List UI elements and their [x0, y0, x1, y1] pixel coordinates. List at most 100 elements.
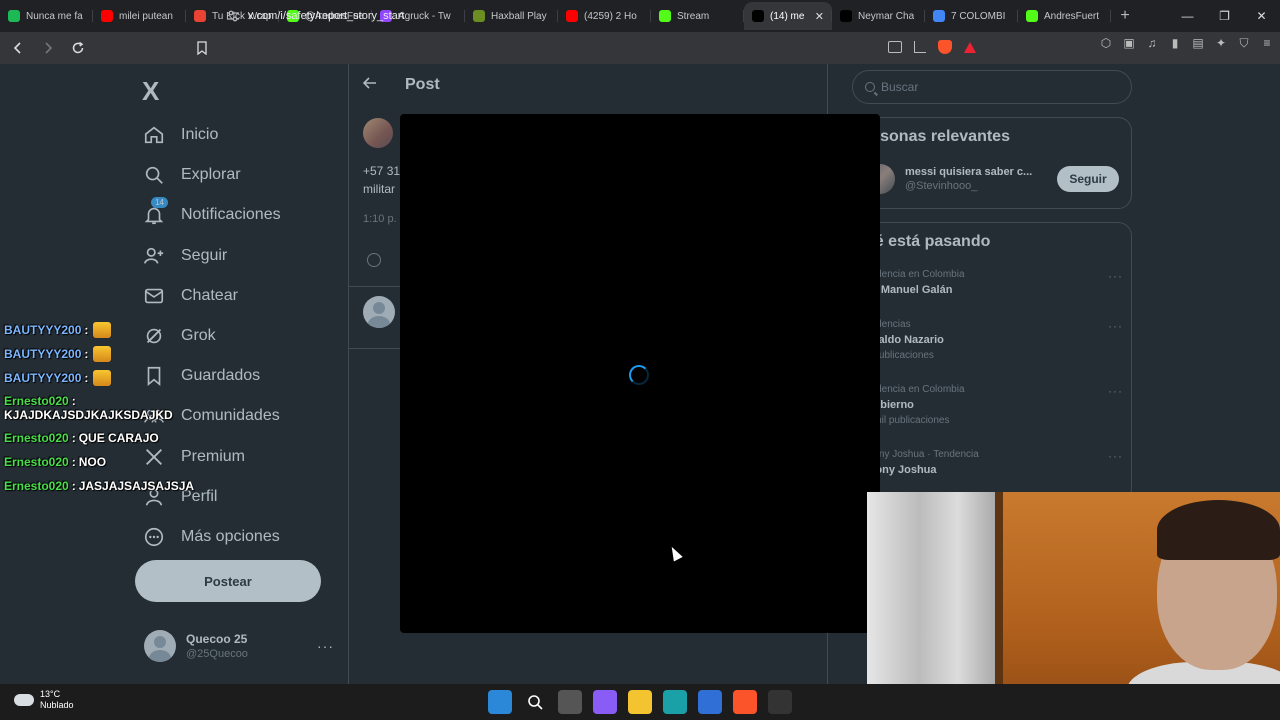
bell-icon: 14: [140, 197, 168, 227]
sidebar-item-inicio[interactable]: Inicio: [140, 115, 281, 155]
trend-name: an Manuel Galán: [865, 284, 953, 296]
search-icon: [865, 82, 875, 92]
chat-username: Ernesto020: [4, 431, 69, 445]
brave-shield-icon[interactable]: [938, 40, 952, 54]
search-input[interactable]: Buscar: [852, 70, 1132, 104]
browser-toolbar: [0, 32, 1280, 64]
chat-username: BAUTYYY200: [4, 347, 82, 361]
windows-start-icon[interactable]: [488, 690, 512, 714]
back-arrow-icon[interactable]: [362, 76, 377, 94]
wallet-icon[interactable]: ▤: [1191, 36, 1205, 50]
browser-tab[interactable]: AndresFuert: [1018, 2, 1111, 30]
trend-item[interactable]: endencia en Colombia an Manuel Galán ···: [865, 269, 1127, 296]
search-icon[interactable]: [523, 690, 547, 714]
person-row[interactable]: messi quisiera saber c... @Stevinhooo_ S…: [865, 164, 1131, 194]
tab-title: Nunca me fa: [26, 10, 83, 22]
notification-badge: 14: [151, 197, 168, 209]
forward-button[interactable]: [36, 36, 60, 60]
close-window-button[interactable]: ✕: [1243, 0, 1280, 32]
trend-item[interactable]: thony Joshua · Tendencia thony Joshua ···: [865, 449, 1127, 476]
sidebar-item-label: Más opciones: [181, 527, 280, 545]
chat-username: BAUTYYY200: [4, 371, 82, 385]
reply-icon[interactable]: [367, 253, 381, 267]
trend-name: thony Joshua: [865, 464, 937, 476]
post-button[interactable]: Postear: [135, 560, 321, 602]
chat-message: BAUTYYY200:: [4, 366, 234, 390]
more-icon[interactable]: ···: [317, 638, 334, 654]
relevant-people-card: ersonas relevantes messi quisiera saber …: [852, 117, 1132, 209]
stream-chat-overlay: BAUTYYY200: BAUTYYY200: BAUTYYY200: Ernesto…: [4, 318, 234, 498]
music-icon[interactable]: ♫: [1145, 36, 1159, 50]
copilot-icon[interactable]: [593, 690, 617, 714]
person-name: messi quisiera saber c...: [905, 166, 1033, 178]
media-viewer[interactable]: [400, 114, 880, 633]
chat-username: BAUTYYY200: [4, 323, 82, 337]
more-icon[interactable]: ···: [1108, 449, 1123, 463]
sidebar-item-chatear[interactable]: Chatear: [140, 276, 281, 316]
chat-username: Ernesto020: [4, 455, 69, 469]
sidebar-item-label: Inicio: [181, 126, 219, 144]
chat-text: KJAJDKAJSDJKAJKSDAJKD: [4, 408, 173, 422]
trend-item[interactable]: endencia en Colombia Gobierno 3 mil public…: [865, 384, 1127, 426]
edge-icon[interactable]: [663, 690, 687, 714]
browser-tab[interactable]: Nunca me fa: [0, 2, 93, 30]
weather-temp: 13°C: [40, 689, 61, 699]
tweet-author-avatar[interactable]: [363, 118, 393, 148]
x-logo[interactable]: X: [142, 76, 159, 107]
sidebar-item-ms-opciones[interactable]: Más opciones: [140, 517, 281, 557]
trend-name: Gobierno: [865, 399, 914, 411]
browser-tab[interactable]: milei putean: [93, 2, 186, 30]
weather-widget[interactable]: 13°C Nublado: [14, 689, 74, 711]
add-person-icon: [140, 244, 168, 268]
brave-icon[interactable]: [733, 690, 757, 714]
avatar: [363, 296, 395, 328]
url-text[interactable]: x.com/i/safety/report_story_start: [248, 10, 405, 22]
chat-username: Ernesto020: [4, 479, 69, 493]
file-explorer-icon[interactable]: [628, 690, 652, 714]
share-icon[interactable]: [914, 41, 926, 53]
more-icon[interactable]: ···: [1108, 269, 1123, 283]
extensions-icon[interactable]: ⬡: [1099, 36, 1113, 50]
chat-separator: :: [71, 394, 76, 408]
new-tab-button[interactable]: +: [1111, 7, 1139, 25]
sidebar-icon[interactable]: ▮: [1168, 36, 1182, 50]
maximize-button[interactable]: ❐: [1206, 0, 1243, 32]
sidebar-item-label: Explorar: [181, 166, 241, 184]
more-icon[interactable]: ···: [1108, 384, 1123, 398]
address-bar[interactable]: x.com/i/safety/report_story_start: [188, 4, 996, 28]
account-switcher[interactable]: Quecoo 25 @25Quecoo ···: [144, 630, 334, 662]
screenshot-icon[interactable]: ▣: [1122, 36, 1136, 50]
back-button[interactable]: [6, 36, 30, 60]
brave-rewards-icon[interactable]: [964, 41, 976, 53]
chat-text: JASJAJSAJSAJSJA: [78, 479, 195, 493]
install-app-icon[interactable]: [888, 41, 902, 53]
chat-message: Ernesto020: NOO: [4, 450, 234, 474]
minimize-button[interactable]: —: [1169, 0, 1206, 32]
sidebar-item-notificaciones[interactable]: 14 Notificaciones: [140, 195, 281, 235]
menu-icon[interactable]: ≡: [1260, 36, 1274, 50]
chat-separator: :: [84, 323, 89, 337]
chat-separator: :: [71, 455, 76, 469]
task-view-icon[interactable]: [558, 690, 582, 714]
sidebar-item-seguir[interactable]: Seguir: [140, 236, 281, 276]
more-circle-icon: [140, 525, 168, 549]
leo-icon[interactable]: ✦: [1214, 36, 1228, 50]
reload-icon: [72, 41, 84, 54]
tab-favicon-icon: [8, 10, 20, 22]
vpn-icon[interactable]: ⛉: [1237, 36, 1251, 50]
obs-icon[interactable]: [768, 690, 792, 714]
more-icon[interactable]: ···: [1108, 319, 1123, 333]
trend-item[interactable]: endencias onaldo Nazario 6 publicaciones ··…: [865, 319, 1127, 361]
tweet-timestamp[interactable]: 1:10 p.: [363, 213, 397, 225]
trends-card: ué está pasando endencia en Colombia an M…: [852, 222, 1132, 502]
bookmark-page-button[interactable]: [190, 36, 214, 60]
follow-button[interactable]: Seguir: [1057, 166, 1119, 192]
sidebar-item-explorar[interactable]: Explorar: [140, 155, 281, 195]
mail-icon[interactable]: [698, 690, 722, 714]
chat-message: BAUTYYY200:: [4, 318, 234, 342]
loading-spinner-icon: [629, 365, 649, 385]
account-name: Quecoo 25: [186, 632, 248, 646]
reload-button[interactable]: [66, 36, 90, 60]
extensions-bar: ⬡ ▣ ♫ ▮ ▤ ✦ ⛉ ≡: [1099, 36, 1274, 50]
sidebar-item-label: Chatear: [181, 286, 238, 304]
